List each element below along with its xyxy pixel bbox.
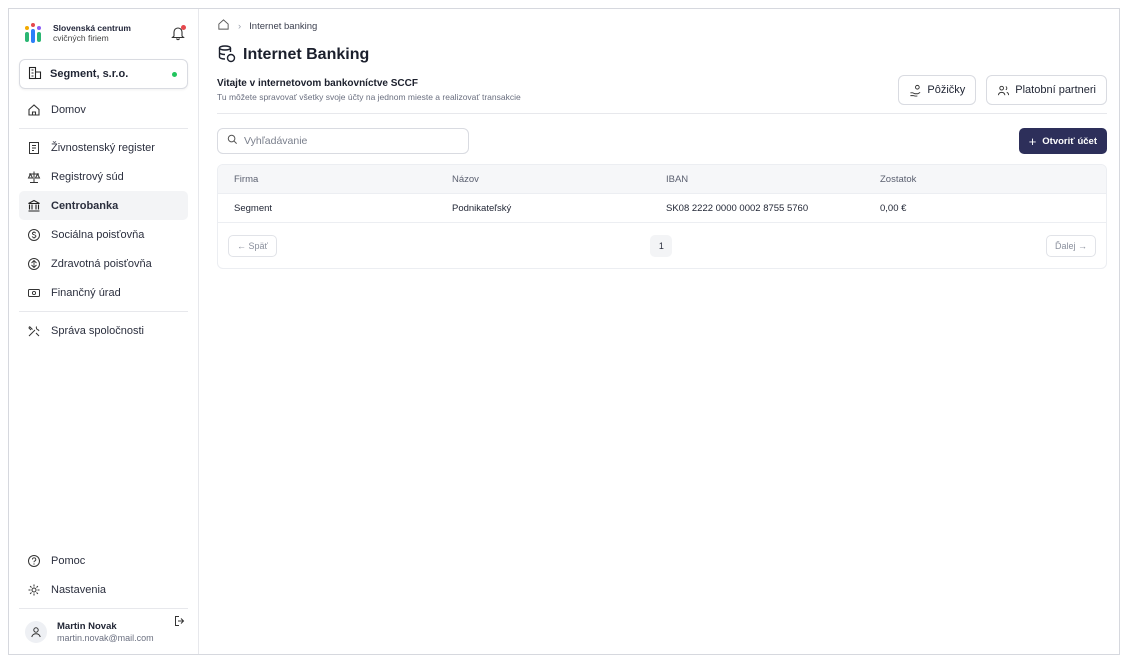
plus-icon: +: [1028, 133, 1037, 149]
column-header-iban: IBAN: [666, 173, 689, 185]
sidebar-item-company-management[interactable]: Správa spoločnosti: [19, 316, 188, 345]
accounts-table: Firma Názov IBAN Zostatok Segment Podnik…: [217, 164, 1107, 269]
app-window: Slovenská centrum cvičných firiem Segmen…: [8, 8, 1120, 655]
company-name: Segment, s.r.o.: [50, 68, 129, 80]
breadcrumb: › Internet banking: [217, 15, 1107, 37]
cell-name: Podnikateľský: [452, 202, 512, 214]
sidebar-item-label: Pomoc: [51, 554, 86, 567]
sidebar-item-trade-register[interactable]: Živnostenský register: [19, 133, 188, 162]
open-account-button-label: Otvoriť účet: [1042, 135, 1097, 147]
tools-icon: [27, 324, 41, 338]
welcome-section: Vitajte v internetovom bankovníctve SCCF…: [217, 75, 1107, 114]
sidebar-bottom: Pomoc Nastavenia Martin Novak martin.nov…: [19, 546, 188, 654]
brand-name: Slovenská centrum cvičných firiem: [53, 23, 170, 43]
loans-button[interactable]: Pôžičky: [898, 75, 977, 105]
sidebar-item-settings[interactable]: Nastavenia: [19, 575, 188, 604]
next-page-button[interactable]: Ďalej →: [1045, 234, 1096, 257]
search-input[interactable]: [244, 135, 459, 147]
hand-coins-icon: [909, 84, 922, 97]
sidebar-item-label: Registrový súd: [51, 170, 124, 183]
sidebar-item-registry-court[interactable]: Registrový súd: [19, 162, 188, 191]
table-row[interactable]: Segment Podnikateľský SK08 2222 0000 000…: [218, 193, 1106, 222]
welcome-heading: Vitajte v internetovom bankovníctve SCCF: [217, 78, 418, 89]
sidebar-item-health-insurance[interactable]: Zdravotná poisťovňa: [19, 249, 188, 278]
notification-dot: [181, 25, 186, 30]
payment-partners-button[interactable]: Platobní partneri: [986, 75, 1107, 105]
user-profile[interactable]: Martin Novak martin.novak@mail.com: [19, 608, 188, 654]
sidebar-divider: [19, 128, 188, 129]
welcome-subtitle: Tu môžete spravovať všetky svoje účty na…: [217, 92, 521, 102]
logout-icon[interactable]: [174, 615, 186, 630]
brand: Slovenská centrum cvičných firiem: [19, 9, 188, 57]
sidebar-item-label: Centrobanka: [51, 199, 119, 212]
sidebar-item-centrobank[interactable]: Centrobanka: [19, 191, 188, 220]
sidebar-item-label: Domov: [51, 103, 86, 116]
notifications-bell-icon[interactable]: [170, 25, 186, 41]
sidebar: Slovenská centrum cvičných firiem Segmen…: [9, 9, 199, 654]
sidebar-item-label: Finančný úrad: [51, 286, 121, 299]
search-box[interactable]: [217, 128, 469, 154]
toolbar: + Otvoriť účet: [217, 128, 1107, 154]
gear-icon: [27, 583, 41, 597]
chevron-right-icon: ›: [238, 20, 242, 32]
main-content: › Internet banking Internet Banking Vita…: [199, 9, 1119, 654]
brand-name-line2: cvičných firiem: [53, 33, 109, 43]
company-switcher[interactable]: Segment, s.r.o.: [19, 59, 188, 89]
column-header-name: Názov: [452, 173, 479, 185]
help-icon: [27, 554, 41, 568]
payment-partners-button-label: Platobní partneri: [1015, 84, 1096, 96]
sidebar-item-label: Sociálna poisťovňa: [51, 228, 145, 241]
cell-balance: 0,00 €: [880, 202, 907, 214]
scales-icon: [27, 170, 41, 184]
home-icon: [27, 103, 41, 117]
sidebar-item-tax-office[interactable]: Finančný úrad: [19, 278, 188, 307]
page-number-button[interactable]: 1: [650, 234, 673, 257]
cell-iban: SK08 2222 0000 0002 8755 5760: [666, 202, 809, 214]
sidebar-item-home[interactable]: Domov: [19, 95, 188, 124]
bank-icon: [27, 199, 41, 213]
building-icon: [28, 66, 42, 83]
sidebar-item-label: Živnostenský register: [51, 141, 155, 154]
company-status-dot: [172, 71, 177, 77]
sidebar-item-label: Zdravotná poisťovňa: [51, 257, 152, 270]
page-header: Internet Banking: [217, 43, 1107, 67]
breadcrumb-current: Internet banking: [249, 20, 318, 32]
avatar: [25, 620, 47, 643]
social-insurance-icon: [27, 228, 41, 242]
sidebar-item-help[interactable]: Pomoc: [19, 546, 188, 575]
table-header: Firma Názov IBAN Zostatok: [218, 165, 1106, 193]
search-icon: [227, 134, 238, 148]
user-name: Martin Novak: [57, 620, 117, 632]
cell-company: Segment: [234, 202, 273, 214]
pagination: ← Späť 1 Ďalej →: [218, 222, 1106, 268]
brand-name-line1: Slovenská centrum: [53, 23, 131, 33]
database-bank-icon: [217, 44, 237, 67]
column-header-balance: Zostatok: [880, 173, 917, 185]
brand-logo-icon: [25, 23, 45, 43]
previous-page-button[interactable]: ← Späť: [228, 234, 277, 257]
loans-button-label: Pôžičky: [927, 84, 966, 96]
health-insurance-icon: [27, 257, 41, 271]
sidebar-divider: [19, 311, 188, 312]
page-title: Internet Banking: [243, 46, 370, 63]
trade-register-icon: [27, 141, 41, 155]
home-icon[interactable]: [217, 18, 230, 34]
column-header-company: Firma: [234, 173, 259, 185]
open-account-button[interactable]: + Otvoriť účet: [1018, 128, 1107, 154]
sidebar-item-label: Správa spoločnosti: [51, 324, 144, 337]
sidebar-item-label: Nastavenia: [51, 583, 107, 596]
user-email: martin.novak@mail.com: [57, 632, 154, 643]
tax-office-icon: [27, 286, 41, 300]
sidebar-item-social-insurance[interactable]: Sociálna poisťovňa: [19, 220, 188, 249]
users-icon: [997, 84, 1010, 97]
